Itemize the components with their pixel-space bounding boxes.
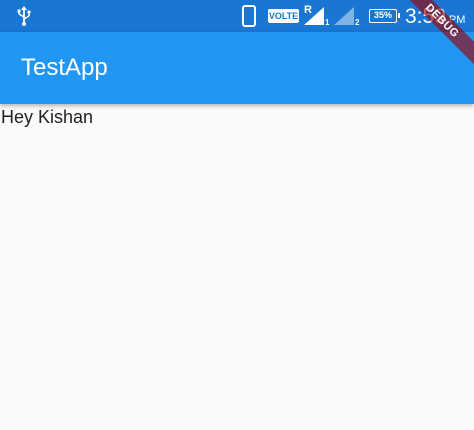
sim2-label: 2 (355, 18, 360, 27)
clock: 3:59 PM (405, 5, 465, 29)
app-bar: TestApp (0, 32, 474, 104)
battery-icon: 35% (369, 9, 400, 23)
greeting-text: Hey Kishan (1, 107, 94, 127)
sim1-label: 1 (325, 18, 330, 27)
status-bar: VOLTE R 1 2 35% 3:59 PM (0, 0, 474, 32)
app-title: TestApp (21, 54, 108, 81)
volte-badge: VOLTE (268, 9, 299, 23)
usb-icon (17, 6, 31, 26)
signal-sim1-icon (304, 7, 324, 25)
signal-sim2-icon (334, 7, 354, 25)
clock-ampm: PM (448, 14, 466, 26)
clock-time: 3:59 (405, 5, 446, 28)
phone-icon (242, 5, 256, 27)
